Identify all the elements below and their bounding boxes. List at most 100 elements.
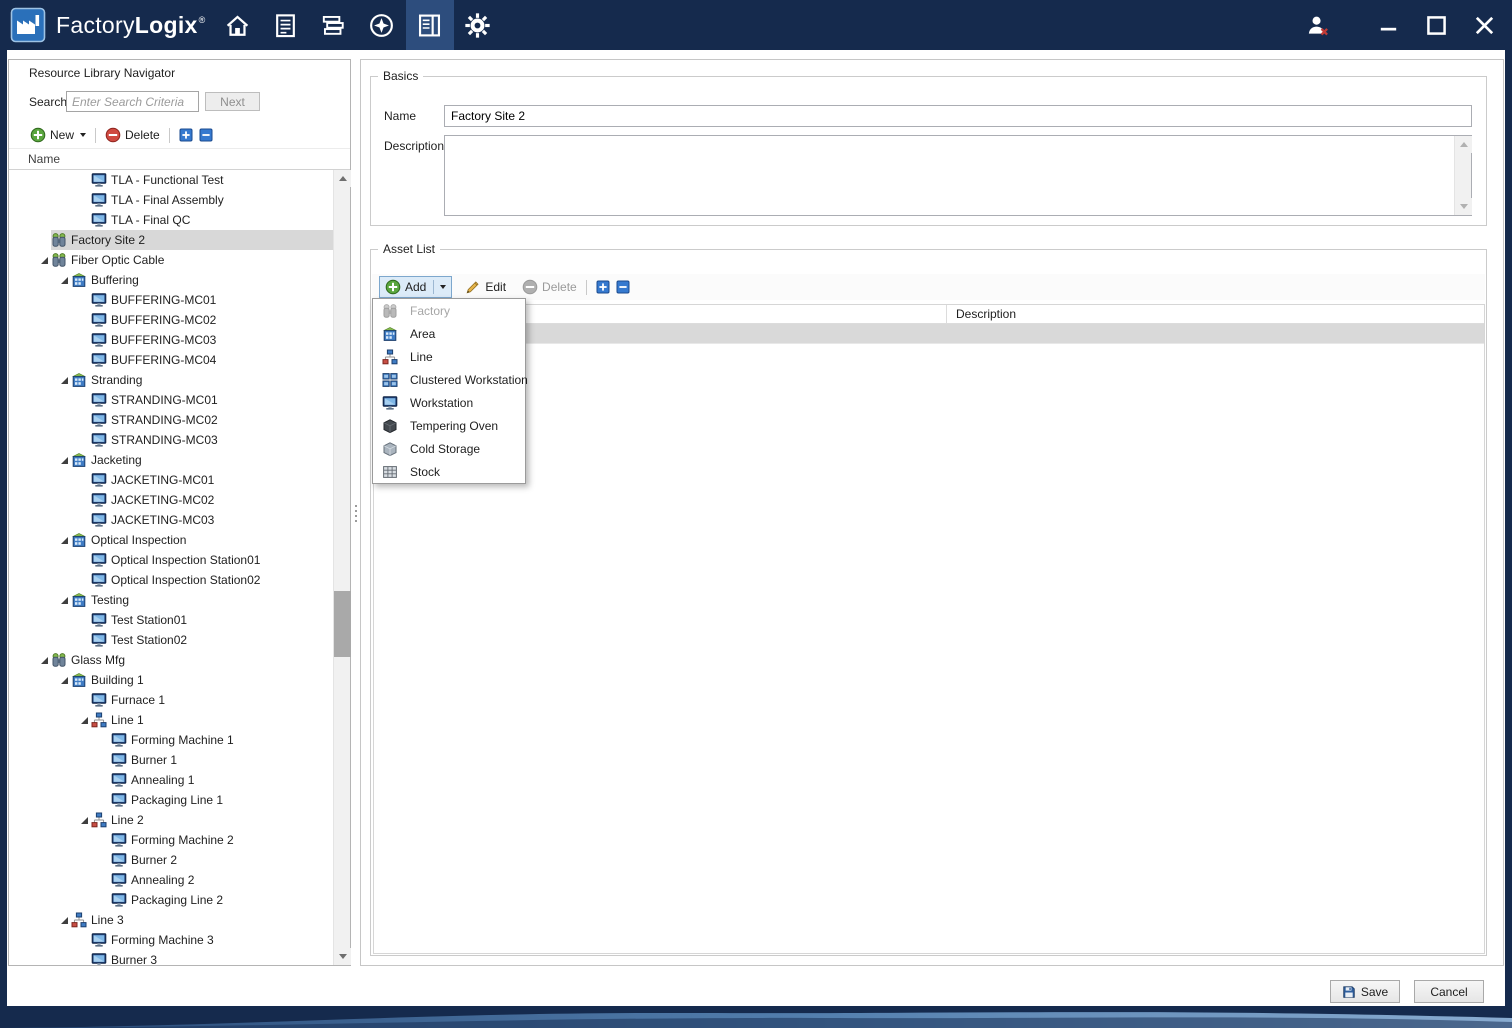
expander-icon[interactable] <box>77 712 91 728</box>
tree-item[interactable]: TLA - Final QC <box>9 210 333 230</box>
delete-asset-button[interactable]: Delete <box>519 278 580 296</box>
tree-item[interactable]: Optical Inspection <box>9 530 333 550</box>
tree-item[interactable]: Packaging Line 2 <box>9 890 333 910</box>
tree-item[interactable]: Packaging Line 1 <box>9 790 333 810</box>
nav-button[interactable] <box>310 0 358 50</box>
collapse-all-button[interactable] <box>613 278 633 296</box>
tree-item[interactable]: Forming Machine 1 <box>9 730 333 750</box>
next-button[interactable]: Next <box>205 92 260 111</box>
menu-item[interactable]: Cold Storage <box>373 437 525 460</box>
tree-item[interactable]: Building 1 <box>9 670 333 690</box>
scroll-down-button[interactable] <box>334 948 351 965</box>
save-button[interactable]: Save <box>1330 980 1400 1003</box>
tree-item[interactable]: Burner 3 <box>9 950 333 965</box>
tree-item[interactable]: Line 3 <box>9 910 333 930</box>
delete-button[interactable]: Delete <box>102 126 163 144</box>
tree-item[interactable]: Forming Machine 2 <box>9 830 333 850</box>
tree-item[interactable]: Test Station01 <box>9 610 333 630</box>
new-button[interactable]: New <box>27 126 89 144</box>
tree-item[interactable]: Optical Inspection Station01 <box>9 550 333 570</box>
tree-item[interactable]: Jacketing <box>9 450 333 470</box>
menu-item[interactable]: Workstation <box>373 391 525 414</box>
expand-all-button[interactable] <box>593 278 613 296</box>
tree-item[interactable]: Line 2 <box>9 810 333 830</box>
description-textarea[interactable] <box>445 136 1454 215</box>
maximize-button[interactable] <box>1412 0 1460 50</box>
description-scrollbar[interactable] <box>1454 136 1472 215</box>
menu-item[interactable]: Clustered Workstation <box>373 368 528 391</box>
tree-item[interactable]: JACKETING-MC03 <box>9 510 333 530</box>
search-input[interactable] <box>66 91 199 112</box>
nav-button[interactable] <box>214 0 262 50</box>
expander-icon[interactable] <box>37 652 51 668</box>
menu-item[interactable]: Line <box>373 345 525 368</box>
scroll-up-button[interactable] <box>334 170 351 187</box>
expander-icon[interactable] <box>37 252 51 268</box>
tree-item[interactable]: Factory Site 2 <box>9 230 333 250</box>
nav-button[interactable] <box>405 0 454 50</box>
menu-item[interactable]: Area <box>373 322 525 345</box>
tree-item[interactable]: STRANDING-MC01 <box>9 390 333 410</box>
tree-item[interactable]: BUFFERING-MC04 <box>9 350 333 370</box>
edit-button[interactable]: Edit <box>462 278 509 296</box>
tree-item[interactable]: Buffering <box>9 270 333 290</box>
minimize-button[interactable] <box>1364 0 1412 50</box>
tree-item[interactable]: Glass Mfg <box>9 650 333 670</box>
tree-item[interactable]: Fiber Optic Cable <box>9 250 333 270</box>
scroll-down-button[interactable] <box>1455 198 1472 215</box>
name-input[interactable] <box>444 105 1472 127</box>
tree-item[interactable]: Testing <box>9 590 333 610</box>
tree-item[interactable]: TLA - Final Assembly <box>9 190 333 210</box>
menu-item[interactable]: Stock <box>373 460 525 483</box>
tree-item[interactable]: BUFFERING-MC01 <box>9 290 333 310</box>
tree-item[interactable]: Burner 1 <box>9 750 333 770</box>
expander-icon[interactable] <box>57 532 71 548</box>
scrollbar-thumb[interactable] <box>334 591 351 657</box>
tree-item[interactable]: STRANDING-MC03 <box>9 430 333 450</box>
add-button[interactable]: Add <box>379 276 453 298</box>
tree-item[interactable]: Test Station02 <box>9 630 333 650</box>
tree-item[interactable]: Line 1 <box>9 710 333 730</box>
panel-splitter[interactable] <box>352 59 360 966</box>
expander-icon[interactable] <box>57 452 71 468</box>
expander-icon[interactable] <box>57 592 71 608</box>
scroll-up-button[interactable] <box>1455 136 1472 153</box>
tree-item[interactable]: BUFFERING-MC03 <box>9 330 333 350</box>
tree-item[interactable]: Optical Inspection Station02 <box>9 570 333 590</box>
user-logout-button[interactable] <box>1294 0 1340 50</box>
menu-item[interactable]: Factory <box>373 299 525 322</box>
menu-item[interactable]: Tempering Oven <box>373 414 525 437</box>
nav-button[interactable] <box>358 0 406 50</box>
tree-item[interactable]: Annealing 1 <box>9 770 333 790</box>
column-divider[interactable] <box>946 305 947 324</box>
tree-scrollbar[interactable] <box>333 170 351 965</box>
area-icon <box>71 272 87 288</box>
nav-button[interactable] <box>454 0 502 50</box>
tree-item-label: Line 3 <box>91 913 124 927</box>
tree-item[interactable]: BUFFERING-MC02 <box>9 310 333 330</box>
tree-item[interactable]: TLA - Functional Test <box>9 170 333 190</box>
expander-icon[interactable] <box>77 812 91 828</box>
description-column-header[interactable]: Description <box>956 307 1016 321</box>
tree-item[interactable]: JACKETING-MC02 <box>9 490 333 510</box>
tree-item[interactable]: Stranding <box>9 370 333 390</box>
collapse-all-button[interactable] <box>196 126 216 144</box>
tree-column-header[interactable]: Name <box>9 148 350 170</box>
tree-item[interactable]: Forming Machine 3 <box>9 930 333 950</box>
tree-item[interactable]: JACKETING-MC01 <box>9 470 333 490</box>
close-button[interactable] <box>1460 0 1508 50</box>
selected-empty-row[interactable] <box>374 324 1484 344</box>
expander-icon[interactable] <box>57 372 71 388</box>
tree-item[interactable]: Burner 2 <box>9 850 333 870</box>
tree-item[interactable]: Annealing 2 <box>9 870 333 890</box>
tree-item[interactable]: Furnace 1 <box>9 690 333 710</box>
expander-icon[interactable] <box>57 912 71 928</box>
workstation-icon <box>91 412 107 428</box>
description-field <box>444 135 1472 216</box>
nav-button[interactable] <box>262 0 310 50</box>
cancel-button[interactable]: Cancel <box>1414 980 1484 1003</box>
expand-all-button[interactable] <box>176 126 196 144</box>
expander-icon[interactable] <box>57 672 71 688</box>
expander-icon[interactable] <box>57 272 71 288</box>
tree-item[interactable]: STRANDING-MC02 <box>9 410 333 430</box>
